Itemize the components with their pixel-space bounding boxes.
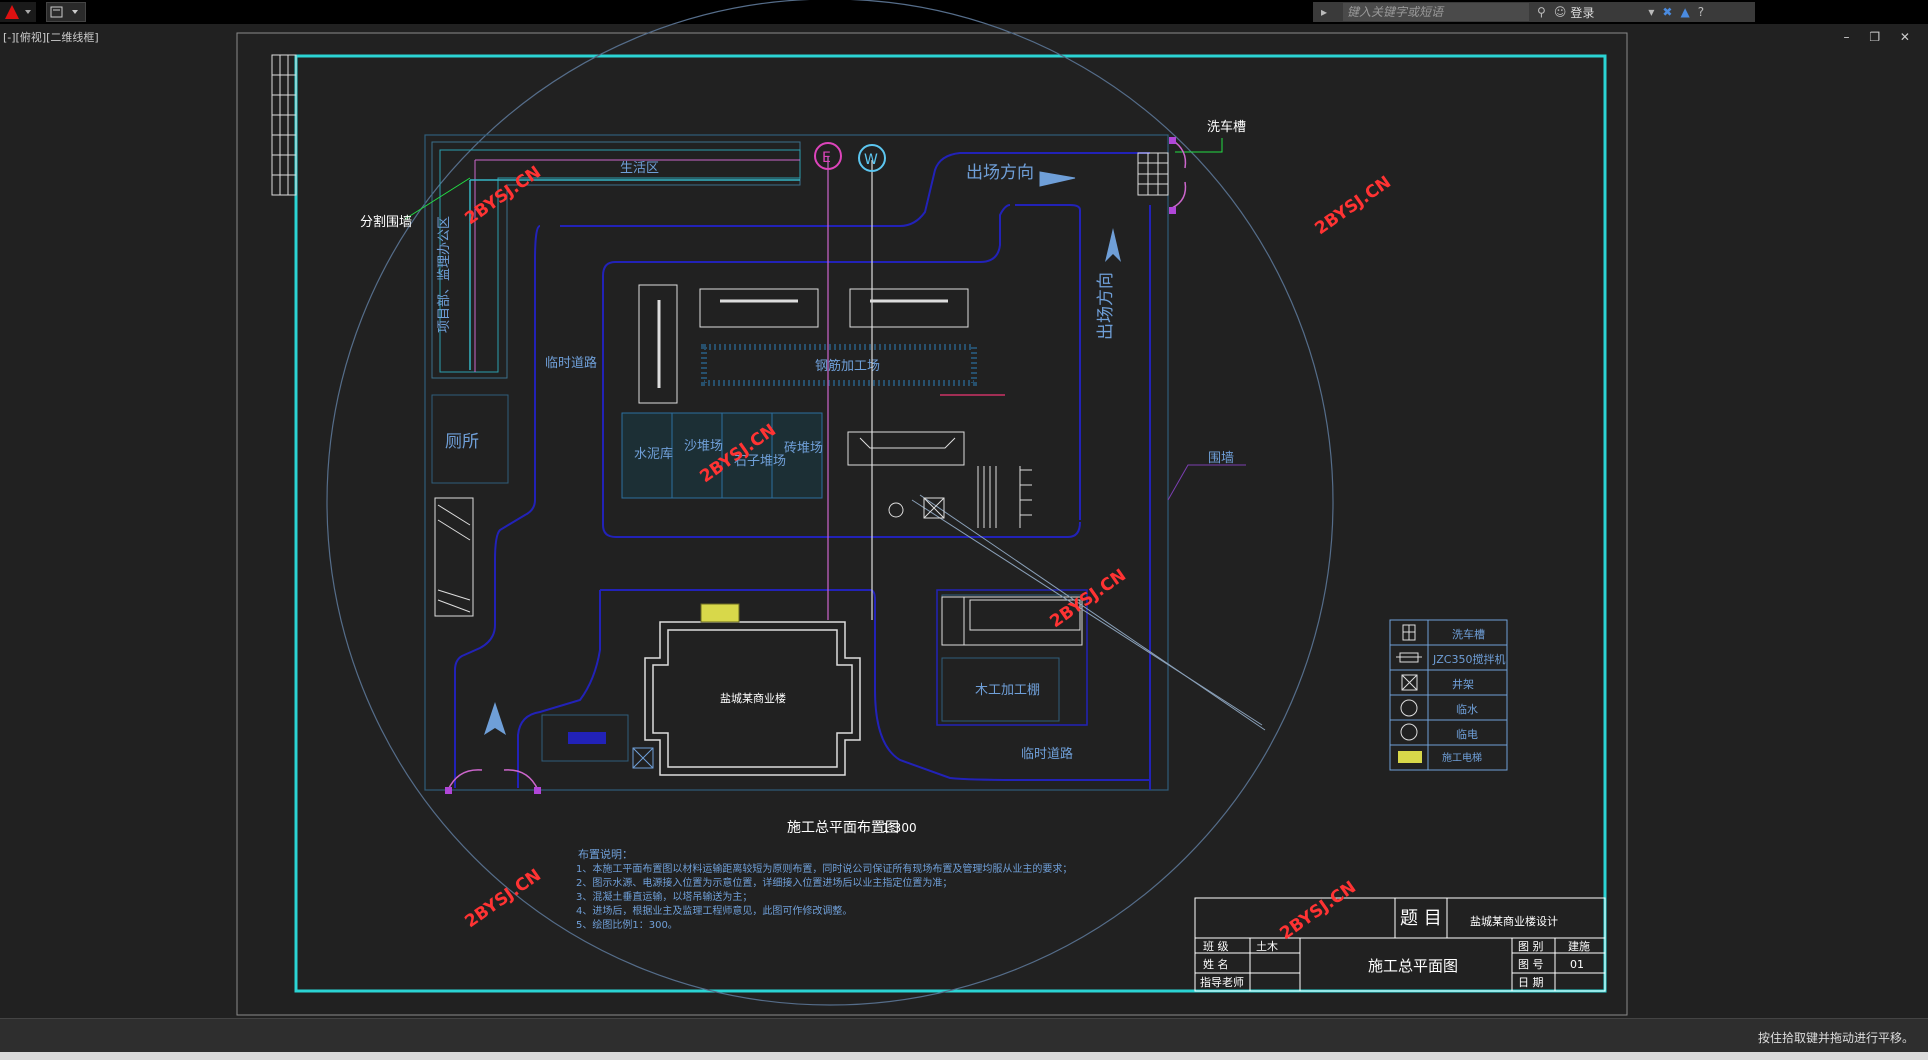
name-label: 姓 名 bbox=[1203, 957, 1229, 971]
status-bar: 按住拾取键并拖动进行平移。 bbox=[0, 1018, 1928, 1053]
title-project: 盐城某商业楼设计 bbox=[1470, 914, 1558, 928]
note-line: 1、本施工平面布置图以材料运输距离较短为原则布置，同时说公司保证所有现场布置及管… bbox=[576, 862, 1072, 875]
car-wash-label: 洗车槽 bbox=[1207, 119, 1246, 135]
legend-label: 洗车槽 bbox=[1452, 627, 1485, 641]
watermark: 2BYSJ.CN bbox=[1276, 877, 1359, 944]
legend bbox=[1389, 619, 1508, 771]
partition-wall-label: 分割围墙 bbox=[360, 214, 412, 230]
title-heading: 题 目 bbox=[1400, 908, 1442, 929]
legend-label: 临水 bbox=[1456, 702, 1478, 716]
mixer-icon bbox=[1396, 652, 1422, 663]
wood-workshop-label: 木工加工棚 bbox=[975, 683, 1040, 698]
watermark: 2BYSJ.CN bbox=[1311, 172, 1394, 239]
status-message: 按住拾取键并拖动进行平移。 bbox=[1757, 1031, 1914, 1045]
toilet-label: 厕所 bbox=[445, 432, 479, 452]
gate-bottom-left-icon bbox=[447, 769, 539, 791]
grid-icon bbox=[1402, 624, 1416, 641]
storage-marker bbox=[568, 732, 606, 744]
tower-icon bbox=[1398, 751, 1422, 763]
cross-box-icon bbox=[1401, 674, 1418, 691]
power-mark: E bbox=[822, 150, 831, 166]
steel-workshop-label: 钢筋加工场 bbox=[815, 358, 880, 374]
temp-road-label-2: 临时道路 bbox=[1021, 746, 1073, 762]
construction-elevator-icon bbox=[700, 603, 740, 623]
hoist-frame-cross bbox=[923, 497, 945, 519]
gate-post bbox=[534, 787, 541, 794]
gate-top-right-icon bbox=[1171, 139, 1187, 209]
hoist-cable bbox=[911, 494, 1266, 731]
enclosure-label: 围墙 bbox=[1208, 451, 1234, 466]
advisor-label: 指导老师 bbox=[1200, 975, 1244, 989]
water-legend-icon bbox=[1400, 699, 1418, 717]
watermark: 2BYSJ.CN bbox=[1046, 565, 1129, 632]
plan-scale: 1:300 bbox=[882, 821, 917, 835]
class-label: 班 级 bbox=[1203, 940, 1229, 953]
living-area-label: 生活区 bbox=[620, 161, 659, 176]
note-line: 3、混凝土垂直运输，以塔吊输送为主； bbox=[576, 890, 752, 903]
gate-post bbox=[1169, 207, 1176, 214]
drawing-canvas[interactable]: 生活区 项目部、监理办公区 分割围墙 钢筋加工场 水泥库 沙堆场 石子堆场 砖堆… bbox=[0, 0, 1928, 1018]
bottom-strip bbox=[0, 1052, 1928, 1060]
gate-post bbox=[1169, 137, 1176, 144]
legend-label: 井架 bbox=[1452, 677, 1474, 691]
category-label: 图 别 bbox=[1518, 940, 1544, 953]
left-hatched-shed bbox=[434, 497, 474, 617]
exit-direction-label-1: 出场方向 bbox=[966, 163, 1034, 183]
office-label: 项目部、监理办公区 bbox=[437, 216, 452, 333]
binding-grid bbox=[271, 54, 297, 196]
date-label: 日 期 bbox=[1518, 976, 1544, 989]
gate-post bbox=[445, 787, 452, 794]
number-value: 01 bbox=[1570, 958, 1584, 971]
cement-label: 水泥库 bbox=[634, 446, 673, 462]
category-value: 建施 bbox=[1568, 939, 1590, 953]
well-cross bbox=[632, 747, 654, 769]
scaffold-lines bbox=[977, 466, 1032, 528]
watermark: 2BYSJ.CN bbox=[461, 865, 544, 932]
partition-wall-leader bbox=[404, 177, 471, 220]
tank-shed-outline bbox=[859, 437, 956, 449]
legend-label: JZC350搅拌机 bbox=[1432, 652, 1505, 666]
legend-label: 施工电梯 bbox=[1442, 751, 1482, 764]
car-wash-grid-icon bbox=[1137, 152, 1169, 196]
living-area bbox=[431, 141, 801, 379]
legend-label: 临电 bbox=[1456, 727, 1478, 741]
pump-icon bbox=[888, 502, 904, 518]
exit-arrow-right-icon bbox=[1039, 171, 1076, 187]
note-line: 2、图示水源、电源接入位置为示意位置，详细接入位置进场后以业主指定位置为准； bbox=[576, 876, 952, 889]
class-value: 土木 bbox=[1256, 940, 1278, 953]
water-mark: W bbox=[864, 152, 878, 168]
temp-road-label-1: 临时道路 bbox=[545, 355, 597, 371]
number-label: 图 号 bbox=[1518, 958, 1544, 971]
building-label: 盐城某商业楼 bbox=[720, 691, 786, 705]
exit-direction-label-2: 出场方向 bbox=[1096, 272, 1116, 340]
sand-label: 沙堆场 bbox=[684, 439, 723, 454]
north-arrow-icon bbox=[484, 702, 506, 735]
notes-title: 布置说明： bbox=[578, 847, 633, 861]
note-line: 5、绘图比例1：300。 bbox=[576, 918, 678, 931]
exit-arrow-up-icon bbox=[1105, 228, 1121, 262]
title-drawing-name: 施工总平面图 bbox=[1368, 957, 1458, 975]
brick-label: 砖堆场 bbox=[784, 441, 823, 456]
note-line: 4、进场后，根据业主及监理工程师意见，此图可作修改调整。 bbox=[576, 904, 852, 917]
watermark: 2BYSJ.CN bbox=[461, 162, 544, 229]
power-legend-icon bbox=[1400, 723, 1418, 741]
enclosure-leader bbox=[1167, 464, 1246, 501]
